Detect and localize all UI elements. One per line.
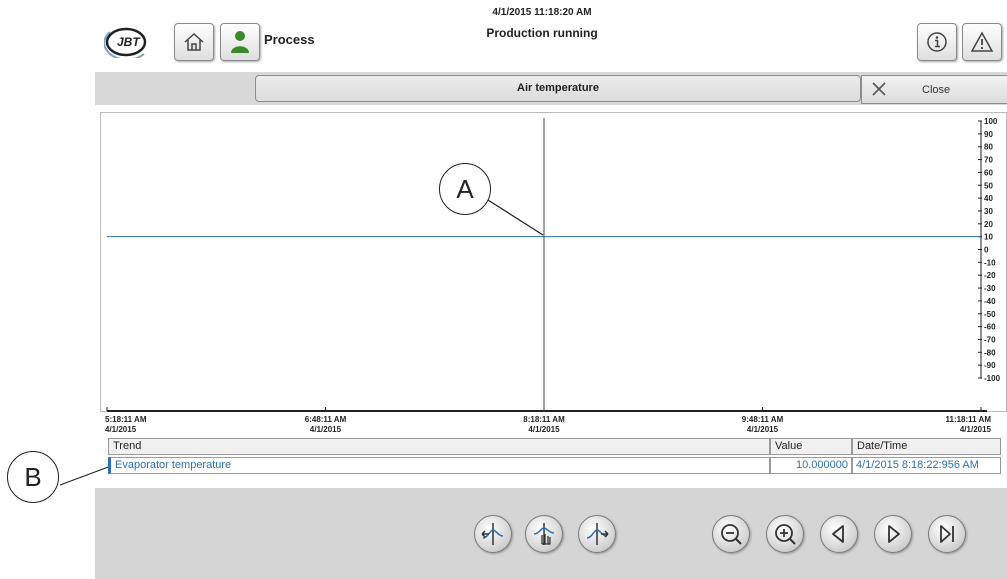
x-tick-label-time: 5:18:11 AM (105, 415, 147, 424)
y-tick-label: -30 (984, 284, 996, 293)
callout-a: A (439, 163, 491, 215)
play-forward-icon (888, 525, 900, 543)
x-tick-label-time: 8:18:11 AM (523, 415, 565, 424)
x-tick-label-date: 4/1/2015 (310, 425, 342, 434)
y-tick-label: 60 (984, 168, 993, 177)
callout-b: B (7, 451, 59, 503)
y-tick-label: -70 (984, 335, 996, 344)
table-header-datetime: Date/Time (852, 438, 1001, 455)
skip-end-button[interactable] (928, 515, 966, 553)
ruler-left-button[interactable] (474, 515, 512, 553)
y-tick-label: 50 (984, 181, 993, 190)
play-forward-button[interactable] (874, 515, 912, 553)
x-tick-label-date: 4/1/2015 (528, 425, 560, 434)
table-row[interactable]: Evaporator temperature (108, 457, 770, 474)
y-tick-label: -90 (984, 361, 996, 370)
ruler-left-icon (481, 523, 504, 545)
x-tick-label-time: 11:18:11 AM (945, 415, 991, 424)
zoom-out-button[interactable] (712, 515, 750, 553)
x-tick-label-date: 4/1/2015 (960, 425, 992, 434)
play-back-icon (832, 525, 844, 543)
y-tick-label: -10 (984, 258, 996, 267)
y-tick-label: 90 (984, 130, 993, 139)
ruler-hand-button[interactable] (525, 515, 563, 553)
x-tick-label-date: 4/1/2015 (105, 425, 137, 434)
y-tick-label: -80 (984, 348, 996, 357)
ruler-right-icon (586, 523, 609, 545)
ruler-hand-icon (533, 523, 555, 545)
x-tick-label-date: 4/1/2015 (747, 425, 779, 434)
ruler-right-button[interactable] (578, 515, 616, 553)
table-cell-value: 10.000000 (770, 457, 852, 474)
y-tick-label: -100 (984, 374, 1001, 383)
table-header-value: Value (770, 438, 852, 455)
zoom-out-icon (721, 524, 742, 545)
y-tick-label: -50 (984, 310, 996, 319)
table-cell-datetime: 4/1/2015 8:18:22:956 AM (852, 457, 1001, 474)
x-tick-label-time: 9:48:11 AM (742, 415, 784, 424)
y-tick-label: -60 (984, 323, 996, 332)
play-back-button[interactable] (820, 515, 858, 553)
y-tick-label: 0 (984, 246, 989, 255)
y-tick-label: 70 (984, 156, 993, 165)
y-tick-label: 80 (984, 143, 993, 152)
y-tick-label: 100 (984, 117, 998, 126)
table-header-trend: Trend (108, 438, 770, 455)
y-tick-label: 30 (984, 207, 993, 216)
zoom-in-button[interactable] (766, 515, 804, 553)
y-tick-label: 40 (984, 194, 993, 203)
y-tick-label: -20 (984, 271, 996, 280)
zoom-in-icon (775, 524, 796, 545)
y-tick-label: 20 (984, 220, 993, 229)
y-tick-label: -40 (984, 297, 996, 306)
y-tick-label: 10 (984, 233, 993, 242)
x-tick-label-time: 6:48:11 AM (305, 415, 347, 424)
skip-end-icon (940, 525, 954, 543)
